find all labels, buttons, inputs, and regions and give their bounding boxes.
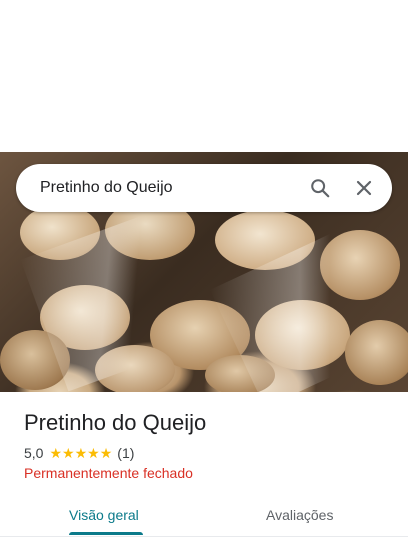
- review-count[interactable]: (1): [117, 445, 134, 461]
- tab-reviews-label: Avaliações: [266, 507, 334, 523]
- star-icon: ★: [99, 445, 113, 461]
- tab-overview[interactable]: Visão geral: [69, 496, 139, 534]
- tab-reviews[interactable]: Avaliações: [266, 496, 333, 534]
- rating-row[interactable]: 5,0 ★ ★ ★ ★ ★ (1): [24, 445, 134, 461]
- tab-bar: Visão geral Avaliações: [0, 496, 408, 537]
- star-icon: ★: [74, 445, 88, 461]
- star-rating: ★ ★ ★ ★ ★: [49, 446, 112, 460]
- search-input[interactable]: Pretinho do Queijo: [40, 179, 300, 197]
- blank-area: [0, 0, 408, 152]
- star-icon: ★: [62, 445, 75, 461]
- search-icon[interactable]: [300, 168, 340, 208]
- rating-value: 5,0: [24, 445, 44, 461]
- tab-overview-label: Visão geral: [69, 507, 139, 523]
- close-icon[interactable]: [344, 168, 384, 208]
- place-title: Pretinho do Queijo: [24, 410, 207, 435]
- star-icon: ★: [87, 445, 100, 461]
- active-tab-indicator: [69, 532, 143, 535]
- status-closed: Permanentemente fechado: [24, 465, 193, 481]
- star-icon: ★: [49, 445, 63, 461]
- search-bar[interactable]: Pretinho do Queijo: [16, 164, 392, 212]
